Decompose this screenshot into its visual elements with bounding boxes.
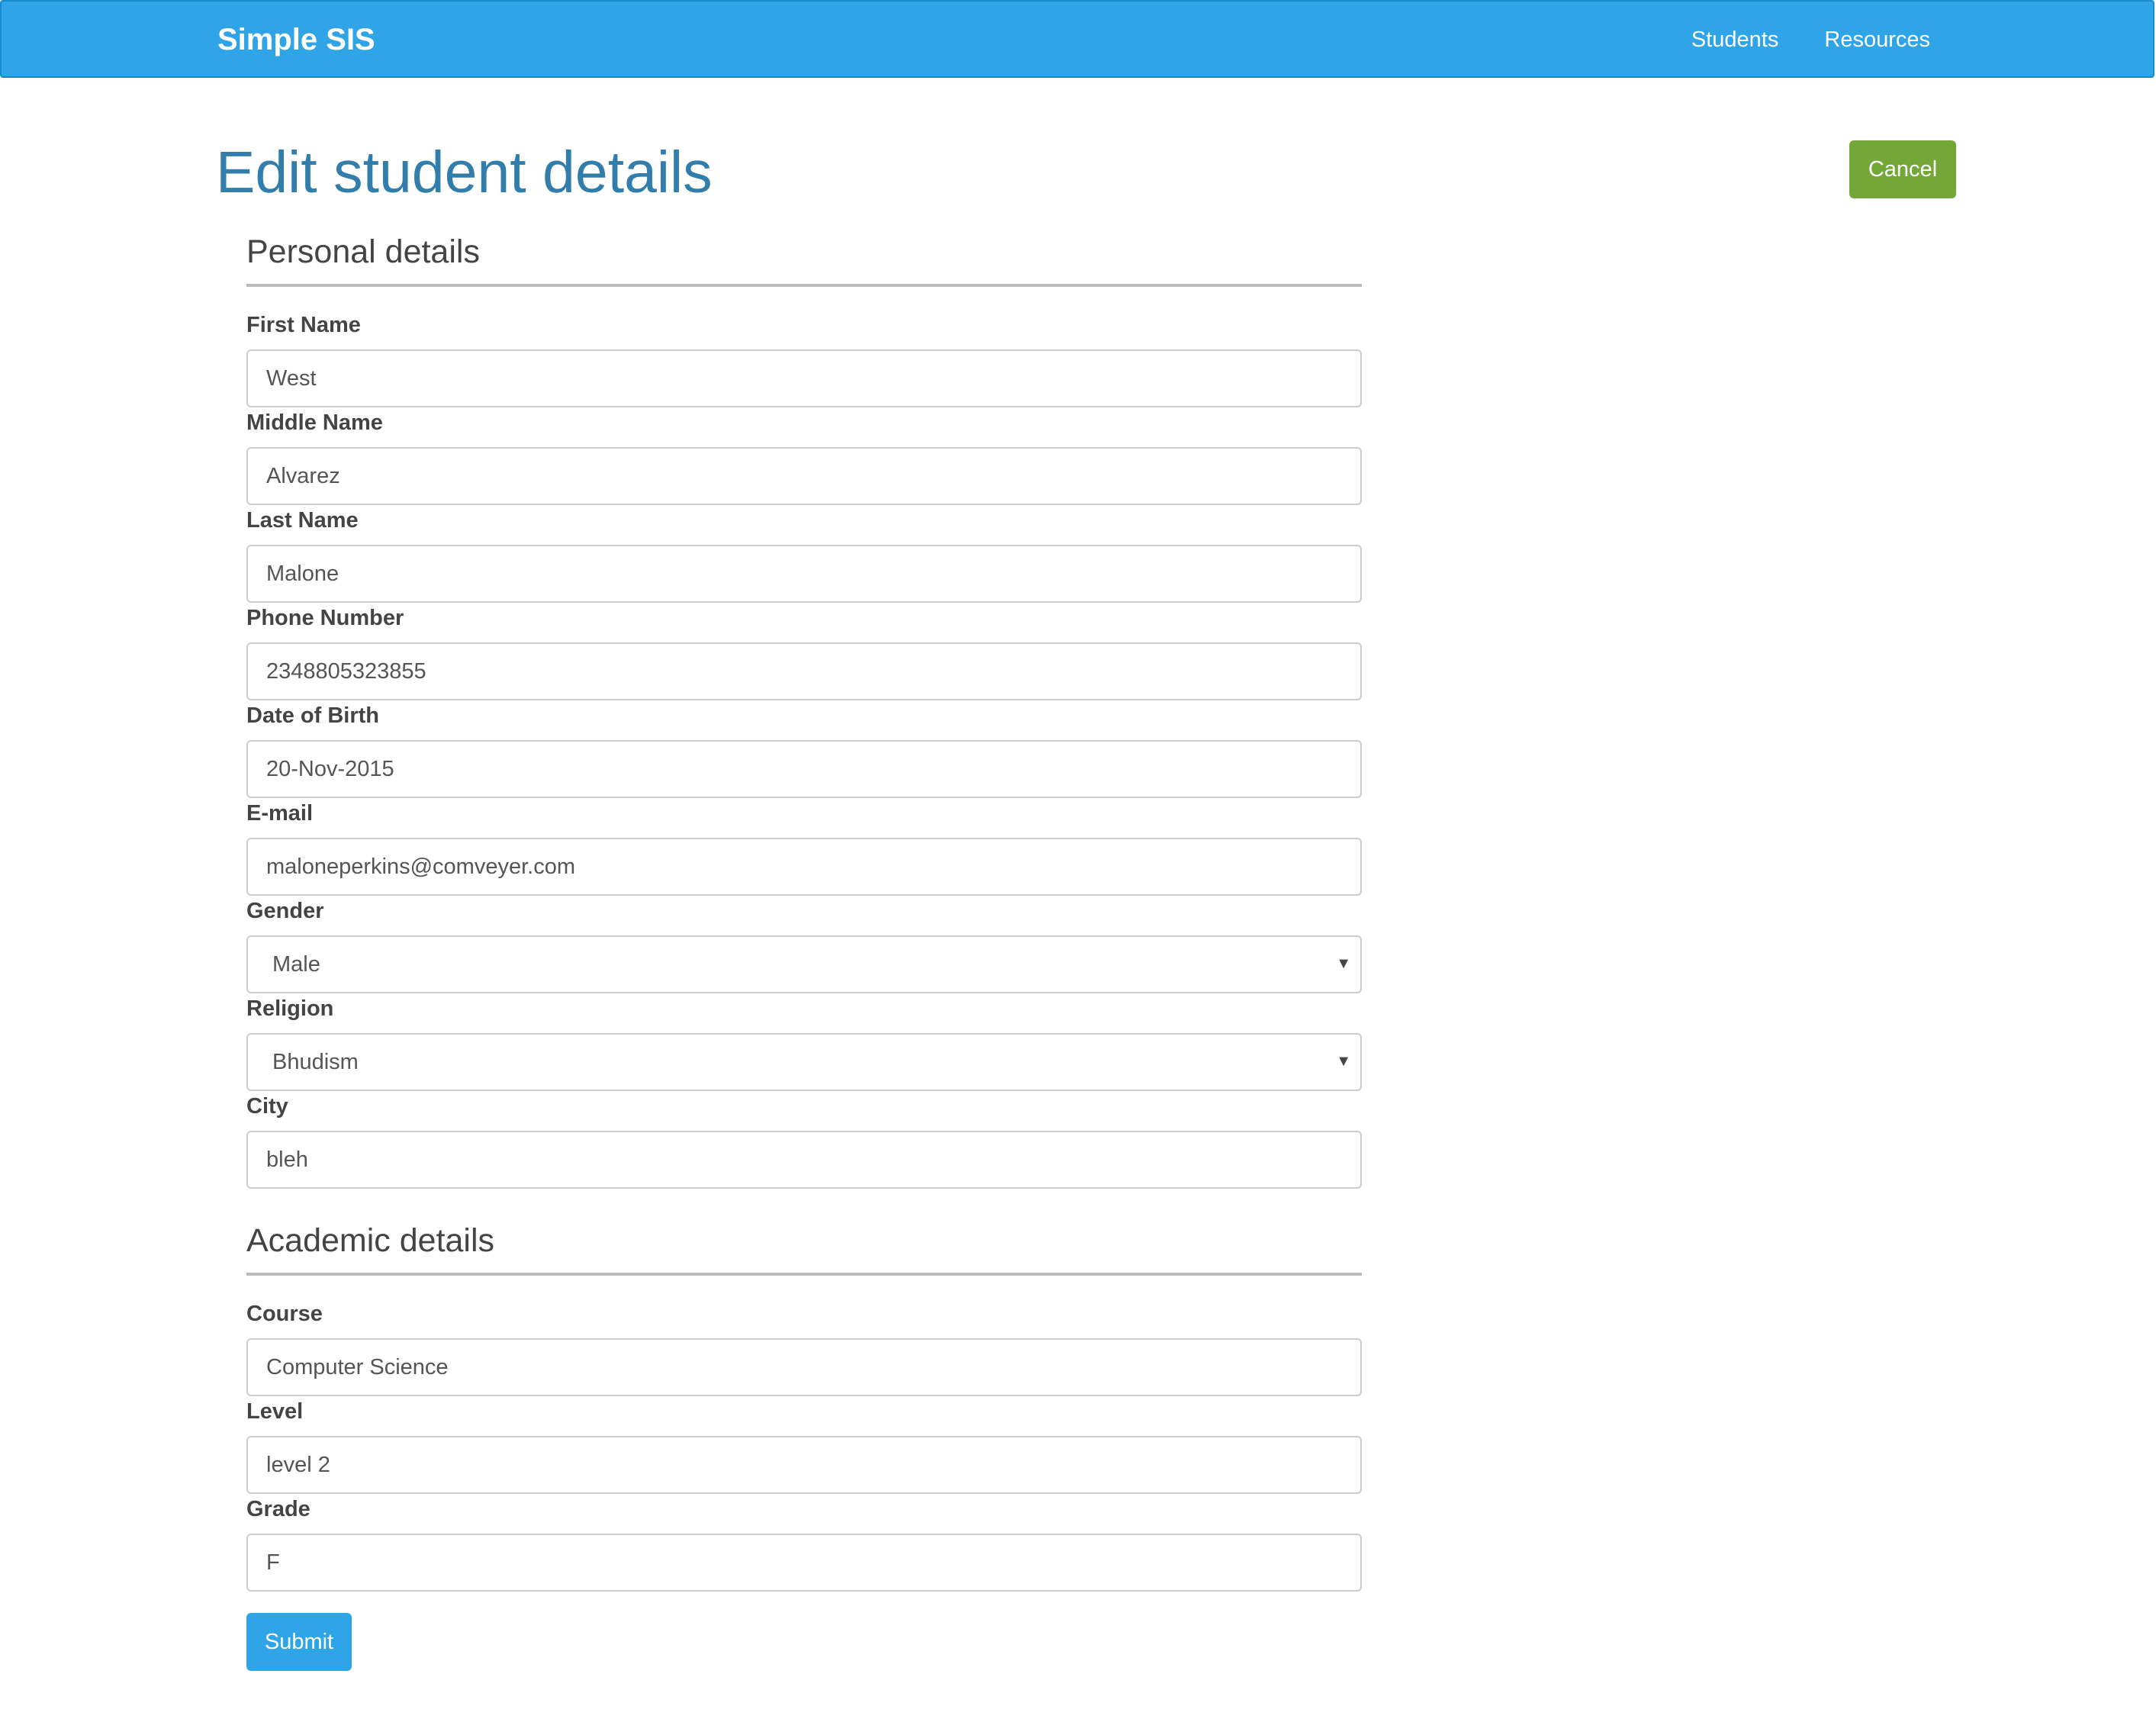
brand-link[interactable]: Simple SIS — [217, 20, 375, 60]
last-name-field: Last Name — [246, 505, 1362, 603]
city-label: City — [246, 1094, 288, 1119]
last-name-input[interactable] — [246, 545, 1362, 603]
religion-select[interactable]: Bhudism — [246, 1033, 1362, 1091]
level-input[interactable] — [246, 1436, 1362, 1494]
grade-input[interactable] — [246, 1534, 1362, 1592]
grade-label: Grade — [246, 1497, 311, 1521]
phone-number-input[interactable] — [246, 642, 1362, 700]
edit-student-form: Personal details First Name Middle Name … — [246, 229, 1362, 1671]
date-of-birth-input[interactable] — [246, 740, 1362, 798]
course-label: Course — [246, 1302, 323, 1326]
personal-details-legend: Personal details — [246, 229, 1362, 287]
city-input[interactable] — [246, 1131, 1362, 1189]
grade-field: Grade — [246, 1494, 1362, 1592]
first-name-label: First Name — [246, 313, 361, 337]
email-input[interactable] — [246, 838, 1362, 896]
gender-field: Gender Male ▼ — [246, 896, 1362, 993]
cancel-button[interactable]: Cancel — [1849, 140, 1956, 198]
phone-number-field: Phone Number — [246, 603, 1362, 700]
course-field: Course — [246, 1299, 1362, 1396]
nav-links: Students Resources — [1691, 24, 1930, 55]
nav-link-resources[interactable]: Resources — [1824, 24, 1930, 55]
academic-details-legend: Academic details — [246, 1218, 1362, 1276]
religion-label: Religion — [246, 996, 334, 1021]
last-name-label: Last Name — [246, 508, 359, 533]
navbar: Simple SIS Students Resources — [0, 0, 2154, 78]
phone-number-label: Phone Number — [246, 606, 404, 630]
nav-link-students[interactable]: Students — [1691, 24, 1778, 55]
email-field: E-mail — [246, 798, 1362, 896]
first-name-input[interactable] — [246, 349, 1362, 407]
middle-name-label: Middle Name — [246, 410, 383, 435]
email-label: E-mail — [246, 801, 314, 826]
course-input[interactable] — [246, 1338, 1362, 1396]
religion-field: Religion Bhudism ▼ — [246, 993, 1362, 1091]
middle-name-field: Middle Name — [246, 407, 1362, 505]
gender-select-wrap: Male ▼ — [246, 935, 1362, 993]
page-title: Edit student details — [216, 140, 713, 205]
submit-button[interactable]: Submit — [246, 1613, 352, 1671]
gender-label: Gender — [246, 899, 324, 923]
date-of-birth-field: Date of Birth — [246, 700, 1362, 798]
date-of-birth-label: Date of Birth — [246, 703, 379, 728]
level-label: Level — [246, 1399, 304, 1424]
middle-name-input[interactable] — [246, 447, 1362, 505]
first-name-field: First Name — [246, 310, 1362, 407]
city-field: City — [246, 1091, 1362, 1189]
gender-select[interactable]: Male — [246, 935, 1362, 993]
level-field: Level — [246, 1396, 1362, 1494]
religion-select-wrap: Bhudism ▼ — [246, 1033, 1362, 1091]
